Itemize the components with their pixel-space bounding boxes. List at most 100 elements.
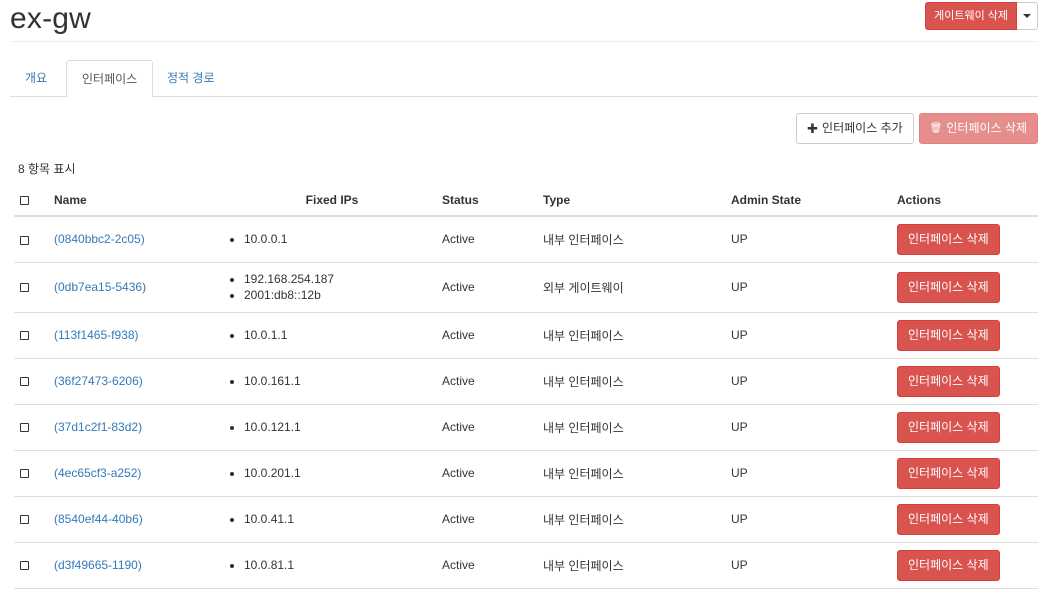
type-cell: 내부 인터페이스 [537,358,725,405]
status-cell: Active [436,450,537,497]
fixed-ip: 10.0.41.1 [244,511,430,527]
fixed-ips-list: 10.0.201.1 [234,465,430,481]
fixed-ips-list: 10.0.81.1 [234,557,430,573]
fixed-ips-list: 10.0.121.1 [234,419,430,435]
delete-interfaces-button[interactable]: 🗑 인터페이스 삭제 [918,113,1038,144]
delete-interface-button[interactable]: 인터페이스 삭제 [897,319,1000,351]
delete-interface-button[interactable]: 인터페이스 삭제 [897,549,1000,581]
fixed-ips-cell: 10.0.121.1 [228,404,436,451]
column-header-fixed-ips[interactable]: Fixed IPs [228,185,436,217]
interface-name-link[interactable]: (0db7ea15-5436) [54,280,146,294]
select-all-cell [14,185,48,217]
interface-name-link[interactable]: (d3f49665-1190) [54,558,142,572]
interface-name-link[interactable]: (113f1465-f938) [54,328,139,342]
delete-interface-button[interactable]: 인터페이스 삭제 [897,457,1000,489]
fixed-ips-list: 10.0.161.1 [234,373,430,389]
table-row: (d3f49665-1190) 10.0.81.1 Active 내부 인터페이… [14,542,1038,589]
name-cell: (36f27473-6206) [48,358,228,405]
status-cell: Active [436,312,537,359]
tab-static-routes[interactable]: 정적 경로 [152,60,230,97]
actions-dropdown-toggle[interactable] [1017,2,1038,30]
add-interface-button[interactable]: ✚ 인터페이스 추가 [796,113,914,144]
fixed-ips-cell: 10.0.201.1 [228,450,436,497]
table-actions: ✚ 인터페이스 추가 🗑 인터페이스 삭제 [796,113,1038,144]
admin-state-cell: UP [725,450,891,497]
fixed-ips-cell: 10.0.161.1 [228,358,436,405]
fixed-ip: 10.0.121.1 [244,419,430,435]
row-checkbox[interactable] [20,515,29,525]
status-cell: Active [436,542,537,589]
interfaces-table: Name Fixed IPs Status Type Admin State A… [14,185,1038,589]
actions-cell: 인터페이스 삭제 [891,358,1038,405]
delete-interface-button[interactable]: 인터페이스 삭제 [897,411,1000,443]
row-checkbox[interactable] [20,331,29,341]
status-cell: Active [436,358,537,405]
fixed-ip: 2001:db8::12b [244,287,430,303]
row-checkbox[interactable] [20,469,29,479]
fixed-ips-list: 10.0.41.1 [234,511,430,527]
column-header-name[interactable]: Name [48,185,228,217]
row-checkbox[interactable] [20,283,29,293]
name-cell: (8540ef44-40b6) [48,496,228,543]
interface-name-link[interactable]: (4ec65cf3-a252) [54,466,141,480]
fixed-ips-cell: 10.0.81.1 [228,542,436,589]
delete-interface-button[interactable]: 인터페이스 삭제 [897,223,1000,255]
interface-name-link[interactable]: (37d1c2f1-83d2) [54,420,142,434]
row-checkbox[interactable] [20,377,29,387]
table-row: (113f1465-f938) 10.0.1.1 Active 내부 인터페이스… [14,312,1038,359]
row-checkbox[interactable] [20,561,29,571]
row-select-cell [14,312,48,359]
type-cell: 내부 인터페이스 [537,216,725,263]
actions-cell: 인터페이스 삭제 [891,542,1038,589]
tab-overview[interactable]: 개요 [10,60,62,97]
tab-interfaces[interactable]: 인터페이스 [66,60,154,98]
fixed-ip: 10.0.0.1 [244,231,430,247]
status-cell: Active [436,262,537,313]
name-cell: (4ec65cf3-a252) [48,450,228,497]
tab-bar: 개요 인터페이스 정적 경로 [10,60,1038,98]
select-all-checkbox[interactable] [20,196,29,206]
delete-interface-button[interactable]: 인터페이스 삭제 [897,503,1000,535]
row-select-cell [14,262,48,313]
column-header-status[interactable]: Status [436,185,537,217]
table-row: (4ec65cf3-a252) 10.0.201.1 Active 내부 인터페… [14,450,1038,497]
fixed-ips-list: 10.0.1.1 [234,327,430,343]
admin-state-cell: UP [725,496,891,543]
column-header-type[interactable]: Type [537,185,725,217]
admin-state-cell: UP [725,216,891,263]
interface-name-link[interactable]: (0840bbc2-2c05) [54,232,145,246]
fixed-ip: 10.0.201.1 [244,465,430,481]
type-cell: 외부 게이트웨이 [537,262,725,313]
type-cell: 내부 인터페이스 [537,542,725,589]
name-cell: (0840bbc2-2c05) [48,216,228,263]
admin-state-cell: UP [725,358,891,405]
type-cell: 내부 인터페이스 [537,496,725,543]
type-cell: 내부 인터페이스 [537,404,725,451]
column-header-actions: Actions [891,185,1038,217]
plus-icon: ✚ [807,121,819,136]
row-checkbox[interactable] [20,423,29,433]
admin-state-cell: UP [725,312,891,359]
status-cell: Active [436,404,537,451]
name-cell: (0db7ea15-5436) [48,262,228,313]
delete-interface-button[interactable]: 인터페이스 삭제 [897,365,1000,397]
table-row: (8540ef44-40b6) 10.0.41.1 Active 내부 인터페이… [14,496,1038,543]
interface-name-link[interactable]: (36f27473-6206) [54,374,143,388]
row-checkbox[interactable] [20,235,29,245]
status-cell: Active [436,496,537,543]
caret-down-icon [1023,14,1031,18]
row-select-cell [14,450,48,497]
row-select-cell [14,358,48,405]
delete-gateway-button[interactable]: 게이트웨이 삭제 [925,2,1017,30]
table-row: (37d1c2f1-83d2) 10.0.121.1 Active 내부 인터페… [14,404,1038,451]
fixed-ips-cell: 10.0.0.1 [228,216,436,263]
actions-cell: 인터페이스 삭제 [891,450,1038,497]
table-row: (0840bbc2-2c05) 10.0.0.1 Active 내부 인터페이스… [14,216,1038,263]
row-select-cell [14,216,48,263]
trash-icon: 🗑 [929,123,943,134]
fixed-ip: 10.0.1.1 [244,327,430,343]
delete-interface-button[interactable]: 인터페이스 삭제 [897,271,1000,303]
interface-name-link[interactable]: (8540ef44-40b6) [54,512,143,526]
column-header-admin-state[interactable]: Admin State [725,185,891,217]
fixed-ips-list: 192.168.254.1872001:db8::12b [234,271,430,303]
